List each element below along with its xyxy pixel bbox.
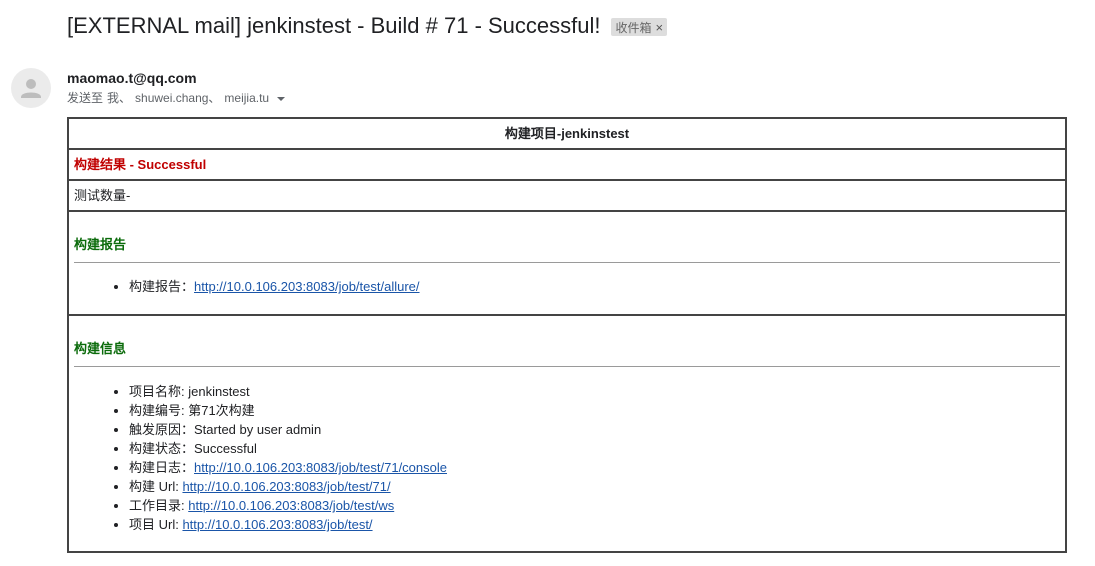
list-item: 构建状态：Successful bbox=[129, 439, 1060, 458]
item-label: 项目 Url: bbox=[129, 517, 183, 532]
recipient-meijia: meijia.tu bbox=[224, 91, 270, 105]
list-item: 构建编号: 第71次构建 bbox=[129, 401, 1060, 420]
build-info-section: 构建信息 项目名称: jenkinstest 构建编号: 第71次构建 触发原因… bbox=[69, 316, 1065, 553]
build-url-link[interactable]: http://10.0.106.203:8083/job/test/71/ bbox=[182, 479, 390, 494]
item-label: 构建日志： bbox=[129, 460, 195, 475]
build-report-section: 构建报告 构建报告：http://10.0.106.203:8083/job/t… bbox=[69, 212, 1065, 316]
info-heading: 构建信息 bbox=[74, 341, 127, 356]
recipients-prefix: 发送至 bbox=[67, 91, 104, 105]
item-label: 构建编号: 第71次构建 bbox=[129, 403, 255, 418]
report-list: 构建报告：http://10.0.106.203:8083/job/test/a… bbox=[74, 277, 1060, 296]
list-item: 项目 Url: http://10.0.106.203:8083/job/tes… bbox=[129, 515, 1060, 534]
item-label: 项目名称: jenkinstest bbox=[129, 384, 250, 399]
item-label: 工作目录: bbox=[129, 498, 189, 513]
info-divider bbox=[74, 366, 1060, 367]
report-heading: 构建报告 bbox=[74, 237, 127, 252]
subject-row: [EXTERNAL mail] jenkinstest - Build # 71… bbox=[67, 12, 668, 40]
list-item: 构建 Url: http://10.0.106.203:8083/job/tes… bbox=[129, 477, 1060, 496]
list-item: 构建报告：http://10.0.106.203:8083/job/test/a… bbox=[129, 277, 1060, 296]
build-table: 构建项目-jenkinstest 构建结果 - Successful 测试数量-… bbox=[67, 117, 1067, 553]
report-divider bbox=[74, 262, 1060, 263]
item-label: 触发原因：Started by user admin bbox=[129, 422, 322, 437]
recipient-shuwei: shuwei.chang、 bbox=[135, 91, 221, 105]
allure-report-link[interactable]: http://10.0.106.203:8083/job/test/allure… bbox=[194, 279, 420, 294]
sender-email[interactable]: maomao.t@qq.com bbox=[67, 70, 289, 87]
item-label: 构建报告： bbox=[129, 279, 195, 294]
workspace-link[interactable]: http://10.0.106.203:8083/job/test/ws bbox=[188, 498, 394, 513]
test-count: 测试数量- bbox=[69, 181, 1065, 212]
recipient-me: 我、 bbox=[107, 91, 132, 105]
email-subject: [EXTERNAL mail] jenkinstest - Build # 71… bbox=[67, 13, 601, 38]
list-item: 构建日志：http://10.0.106.203:8083/job/test/7… bbox=[129, 458, 1060, 477]
build-result: 构建结果 - Successful bbox=[69, 150, 1065, 181]
list-item: 触发原因：Started by user admin bbox=[129, 420, 1060, 439]
list-item: 工作目录: http://10.0.106.203:8083/job/test/… bbox=[129, 496, 1060, 515]
inbox-label-chip[interactable]: 收件箱 × bbox=[610, 18, 668, 36]
list-item: 项目名称: jenkinstest bbox=[129, 382, 1060, 401]
console-log-link[interactable]: http://10.0.106.203:8083/job/test/71/con… bbox=[194, 460, 447, 475]
sender-block: maomao.t@qq.com 发送至 我、 shuwei.chang、 mei… bbox=[67, 70, 289, 106]
remove-label-icon[interactable]: × bbox=[656, 20, 664, 35]
caret-down-icon[interactable] bbox=[277, 96, 286, 101]
item-label: 构建 Url: bbox=[129, 479, 183, 494]
default-person-icon bbox=[21, 79, 41, 98]
project-url-link[interactable]: http://10.0.106.203:8083/job/test/ bbox=[182, 517, 372, 532]
item-label: 构建状态：Successful bbox=[129, 441, 257, 456]
build-title: 构建项目-jenkinstest bbox=[69, 119, 1065, 150]
email-view: [EXTERNAL mail] jenkinstest - Build # 71… bbox=[0, 0, 1095, 566]
sender-avatar[interactable] bbox=[11, 68, 51, 108]
recipients-line: 发送至 我、 shuwei.chang、 meijia.tu bbox=[67, 91, 289, 106]
inbox-label-text: 收件箱 bbox=[615, 20, 652, 35]
info-list: 项目名称: jenkinstest 构建编号: 第71次构建 触发原因：Star… bbox=[74, 382, 1060, 534]
